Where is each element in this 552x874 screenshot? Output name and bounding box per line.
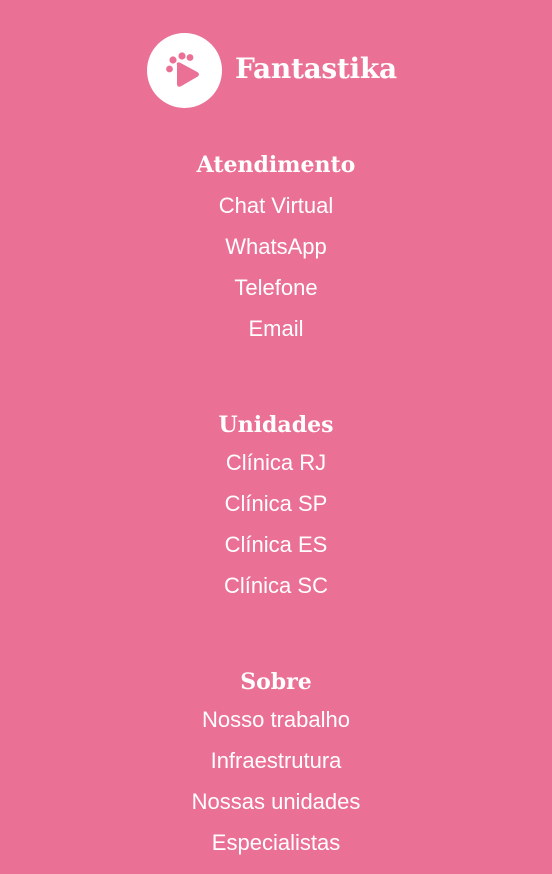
section-sobre: Sobre Nosso trabalho Infraestrutura Noss…	[0, 667, 552, 863]
link-clinica-sc[interactable]: Clínica SC	[224, 573, 328, 598]
logo	[147, 33, 222, 108]
list-item: Chat Virtual	[0, 185, 552, 226]
link-especialistas[interactable]: Especialistas	[212, 830, 340, 855]
section-unidades: Unidades Clínica RJ Clínica SP Clínica E…	[0, 410, 552, 606]
list-item: Nosso trabalho	[0, 699, 552, 740]
link-clinica-sp[interactable]: Clínica SP	[225, 491, 328, 516]
link-infraestrutura[interactable]: Infraestrutura	[211, 748, 342, 773]
link-clinica-rj[interactable]: Clínica RJ	[226, 450, 326, 475]
link-clinica-es[interactable]: Clínica ES	[225, 532, 328, 557]
list-item: Clínica RJ	[0, 442, 552, 483]
section-atendimento: Atendimento Chat Virtual WhatsApp Telefo…	[0, 150, 552, 349]
link-list: Nosso trabalho Infraestrutura Nossas uni…	[0, 699, 552, 863]
brand-link[interactable]: Fantastika	[147, 33, 397, 108]
link-nosso-trabalho[interactable]: Nosso trabalho	[202, 707, 350, 732]
list-item: Telefone	[0, 267, 552, 308]
link-whatsapp[interactable]: WhatsApp	[225, 234, 327, 259]
section-title: Atendimento	[196, 152, 356, 178]
link-nossas-unidades[interactable]: Nossas unidades	[192, 789, 361, 814]
paw-play-icon	[165, 51, 199, 87]
link-list: Chat Virtual WhatsApp Telefone Email	[0, 185, 552, 349]
section-title: Unidades	[218, 412, 334, 438]
list-item: WhatsApp	[0, 226, 552, 267]
brand-name: Fantastika	[235, 52, 397, 85]
list-item: Infraestrutura	[0, 740, 552, 781]
link-telefone[interactable]: Telefone	[234, 275, 317, 300]
list-item: Nossas unidades	[0, 781, 552, 822]
list-item: Clínica SC	[0, 565, 552, 606]
list-item: Especialistas	[0, 822, 552, 863]
link-chat-virtual[interactable]: Chat Virtual	[219, 193, 334, 218]
list-item: Clínica SP	[0, 483, 552, 524]
list-item: Email	[0, 308, 552, 349]
link-list: Clínica RJ Clínica SP Clínica ES Clínica…	[0, 442, 552, 606]
link-email[interactable]: Email	[248, 316, 303, 341]
section-title: Sobre	[240, 669, 312, 695]
list-item: Clínica ES	[0, 524, 552, 565]
site-footer: Fantastika Atendimento Chat Virtual What…	[0, 0, 552, 874]
